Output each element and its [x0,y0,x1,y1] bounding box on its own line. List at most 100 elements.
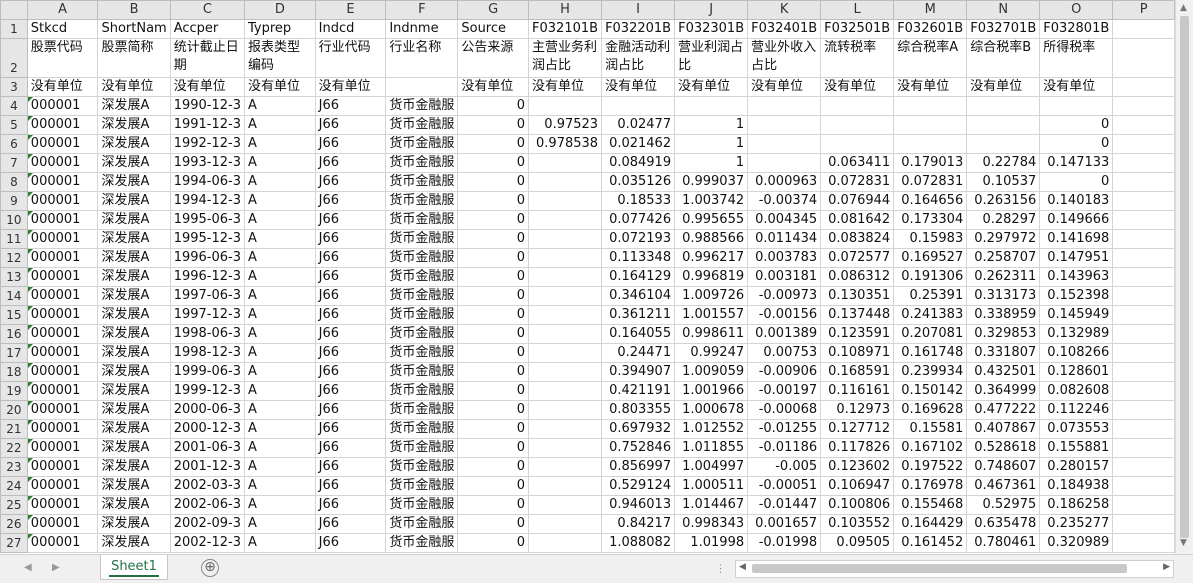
cell[interactable]: 1.001966 [674,381,749,401]
cell[interactable]: 1.004997 [674,457,749,477]
cell[interactable]: 0.083824 [820,229,895,249]
cell[interactable]: Indnme [385,19,459,39]
cell[interactable]: 1995-12-3 [169,229,246,249]
cell[interactable]: 0.127712 [820,419,895,439]
cell[interactable]: 000001 [26,172,99,192]
cell[interactable]: 货币金融服 [385,381,459,401]
cell[interactable]: 0.320989 [1039,533,1114,553]
cell[interactable]: 没有单位 [26,77,99,97]
cell[interactable]: A [244,400,316,420]
cell[interactable]: 0.331807 [966,343,1041,363]
cell[interactable]: 0.086312 [820,267,895,287]
cell[interactable] [966,96,1041,116]
cell[interactable]: 000001 [26,343,99,363]
cell[interactable] [1112,248,1175,268]
cell[interactable]: 0.035126 [601,172,676,192]
cell[interactable]: 没有单位 [169,77,246,97]
cell[interactable]: 货币金融服 [385,286,459,306]
cell[interactable]: J66 [314,476,387,496]
cell[interactable]: F032401B [747,19,822,39]
cell[interactable]: 没有单位 [820,77,895,97]
cell[interactable]: 0.280157 [1039,457,1114,477]
cell[interactable]: -0.01255 [747,419,822,439]
row-header[interactable]: 11 [0,229,28,249]
cell[interactable]: 2002-09-3 [169,514,246,534]
cell[interactable]: 0.803355 [601,400,676,420]
cell[interactable] [1039,96,1114,116]
cell[interactable]: A [244,153,316,173]
cell[interactable]: F032701B [966,19,1041,39]
cell[interactable]: 0.155468 [893,495,968,515]
cell[interactable]: 0.164129 [601,267,676,287]
cell[interactable]: 0.123602 [820,457,895,477]
cell[interactable]: 1994-06-3 [169,172,246,192]
cell[interactable]: -0.01447 [747,495,822,515]
cell[interactable]: 0.262311 [966,267,1041,287]
cell[interactable]: 深发展A [97,172,171,192]
cell[interactable] [385,77,459,97]
row-header[interactable]: 17 [0,343,28,363]
cell[interactable]: 0 [457,457,530,477]
cell[interactable]: 0.329853 [966,324,1041,344]
cell[interactable]: 0 [457,324,530,344]
cell[interactable]: 000001 [26,286,99,306]
cell[interactable] [1112,343,1175,363]
row-header[interactable]: 21 [0,419,28,439]
cell[interactable] [1112,362,1175,382]
cell[interactable]: 0.169527 [893,248,968,268]
add-sheet-icon[interactable]: ⊕ [201,559,219,577]
cell[interactable]: A [244,96,316,116]
cell[interactable]: 0.149666 [1039,210,1114,230]
cell[interactable]: J66 [314,286,387,306]
cell[interactable]: J66 [314,438,387,458]
cell[interactable]: 0.084919 [601,153,676,173]
cell[interactable]: A [244,248,316,268]
row-header[interactable]: 5 [0,115,28,135]
cell[interactable]: J66 [314,191,387,211]
cell[interactable]: A [244,419,316,439]
cell[interactable]: 0.97523 [528,115,603,135]
cell[interactable]: 0 [457,153,530,173]
cell[interactable]: 000001 [26,153,99,173]
cell[interactable]: 1994-12-3 [169,191,246,211]
cell[interactable]: 0.100806 [820,495,895,515]
cell[interactable]: 0.258707 [966,248,1041,268]
cell[interactable]: A [244,343,316,363]
cell[interactable]: 0.52975 [966,495,1041,515]
column-header[interactable]: N [966,0,1041,20]
cell[interactable]: 货币金融服 [385,248,459,268]
cell[interactable]: 000001 [26,134,99,154]
cell[interactable]: J66 [314,419,387,439]
cell[interactable] [1112,438,1175,458]
cell[interactable]: 2002-03-3 [169,476,246,496]
cell[interactable]: 没有单位 [966,77,1041,97]
cell[interactable]: 0.103552 [820,514,895,534]
column-header[interactable]: O [1039,0,1114,20]
cell[interactable]: F032201B [601,19,676,39]
cell[interactable]: J66 [314,153,387,173]
cell[interactable]: 没有单位 [601,77,676,97]
cell[interactable]: 深发展A [97,229,171,249]
cell[interactable]: 000001 [26,115,99,135]
cell[interactable]: A [244,134,316,154]
cell[interactable]: -0.00051 [747,476,822,496]
cell[interactable]: 0.164656 [893,191,968,211]
cell[interactable]: 没有单位 [314,77,387,97]
column-header[interactable]: A [26,0,99,20]
cell[interactable]: 行业代码 [314,38,387,78]
cell[interactable] [674,96,749,116]
cell[interactable]: 0.130351 [820,286,895,306]
cell[interactable]: 深发展A [97,381,171,401]
cell[interactable]: 000001 [26,324,99,344]
cell[interactable] [820,115,895,135]
cell[interactable]: 0 [457,400,530,420]
cell[interactable]: A [244,172,316,192]
cell[interactable]: 0.072193 [601,229,676,249]
cell[interactable]: 货币金融服 [385,96,459,116]
cell[interactable]: Indcd [314,19,387,39]
cell[interactable]: 1998-12-3 [169,343,246,363]
cell[interactable]: 1990-12-3 [169,96,246,116]
cell[interactable]: 深发展A [97,362,171,382]
cell[interactable]: F032801B [1039,19,1114,39]
cell[interactable]: 0.338959 [966,305,1041,325]
